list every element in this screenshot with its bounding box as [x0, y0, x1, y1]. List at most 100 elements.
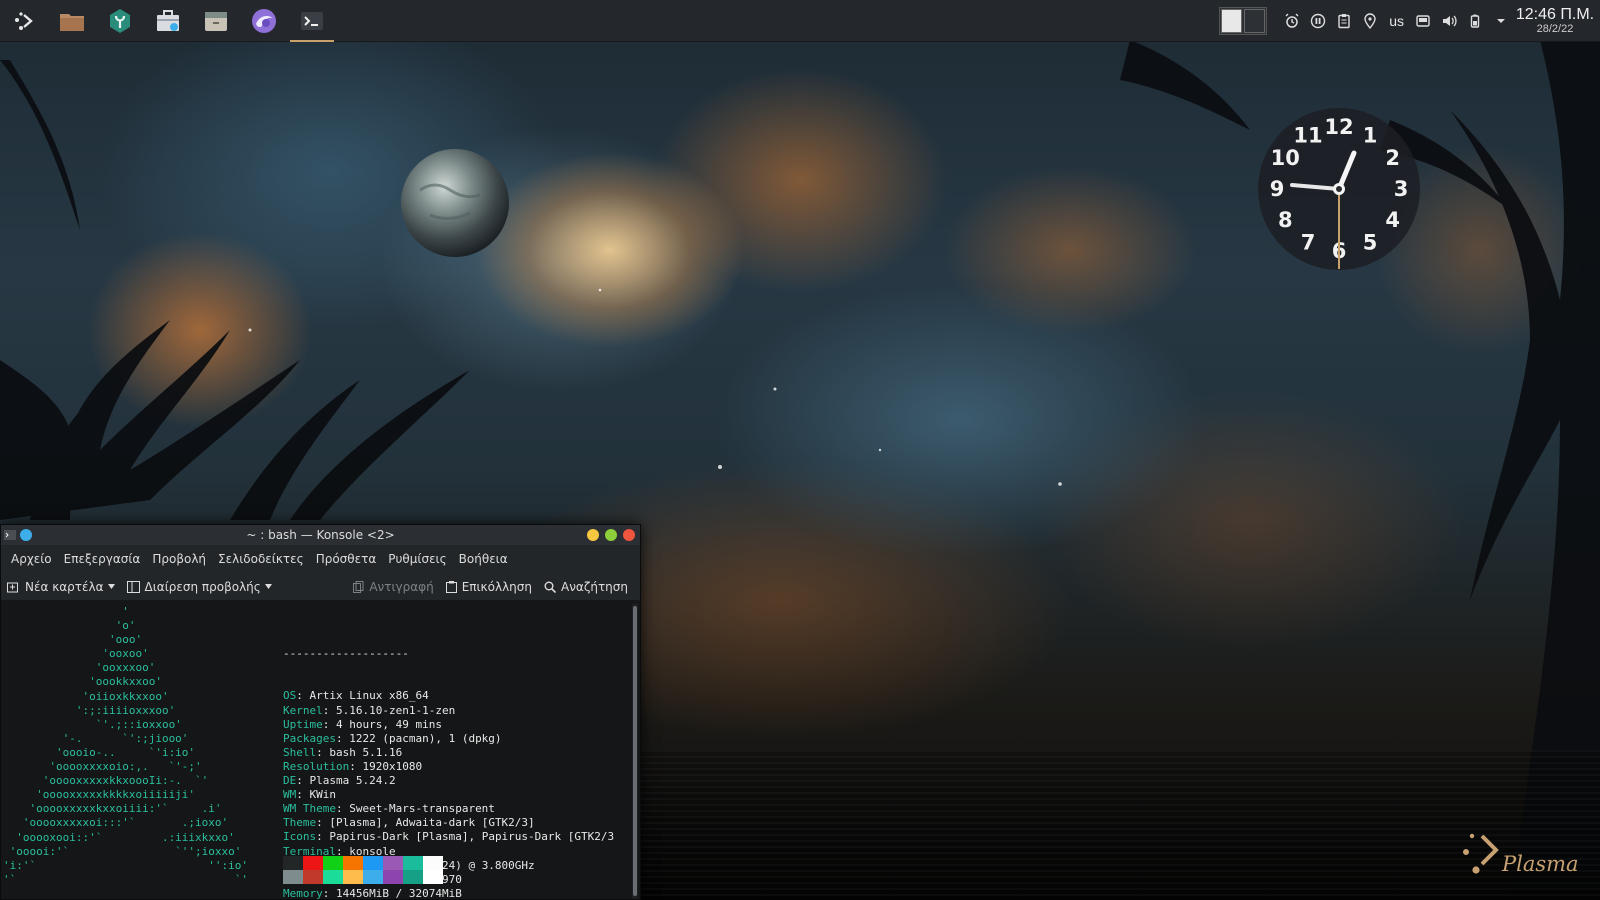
tray-location[interactable]: [1357, 0, 1383, 42]
search-button[interactable]: Αναζήτηση: [538, 580, 634, 594]
menu-settings[interactable]: Ρυθμίσεις: [382, 552, 452, 566]
menu-view[interactable]: Προβολή: [146, 552, 212, 566]
terminal-scrollbar[interactable]: [632, 604, 638, 899]
menu-bookmarks[interactable]: Σελιδοδείκτες: [212, 552, 310, 566]
clock-numeral: 3: [1394, 177, 1409, 201]
maximize-button[interactable]: [605, 529, 617, 541]
logo-line: '` `': [3, 872, 249, 886]
tray-media-player[interactable]: [1305, 0, 1331, 42]
split-view-icon: [126, 580, 140, 593]
info-label: Kernel: [283, 703, 323, 717]
pager-desktop-2[interactable]: [1244, 9, 1266, 33]
info-value: 1222 (pacman), 1 (dpkg): [349, 731, 502, 745]
analog-clock-widget[interactable]: 121234567891011: [1256, 106, 1422, 272]
new-tab-button[interactable]: Νέα καρτέλα: [1, 580, 121, 594]
window-titlebar[interactable]: ~ : bash — Konsole <2>: [1, 525, 640, 545]
palette-swatch: [303, 870, 323, 884]
discover-launcher[interactable]: [96, 0, 144, 42]
tray-battery[interactable]: [1462, 0, 1488, 42]
new-tab-label: Νέα καρτέλα: [25, 579, 104, 594]
scrollbar-thumb[interactable]: [633, 606, 637, 896]
info-colon: :: [335, 802, 350, 816]
clock-numeral: 1: [1363, 123, 1378, 147]
virtual-desktop-pager[interactable]: [1219, 7, 1268, 35]
terminal-area[interactable]: ' 'o' 'ooo' 'ooxoo' 'ooxxxoo' 'oookkxxoo…: [1, 602, 630, 900]
clipboard-icon: [1338, 14, 1350, 29]
keyboard-layout-indicator[interactable]: us: [1383, 13, 1410, 29]
file-manager-launcher[interactable]: [48, 0, 96, 42]
clock-numeral: 11: [1293, 123, 1322, 147]
clock-numeral: 8: [1278, 208, 1293, 232]
info-label: WM: [283, 788, 297, 802]
info-colon: :: [316, 830, 330, 844]
tray-expand[interactable]: [1488, 0, 1514, 42]
info-colon: :: [296, 788, 310, 802]
clock-time: 12:46 Π.Μ.: [1515, 5, 1595, 23]
palette-swatch: [343, 870, 363, 884]
neofetch-ascii-logo: ' 'o' 'ooo' 'ooxoo' 'ooxxxoo' 'oookkxxoo…: [3, 605, 248, 887]
tray-volume[interactable]: [1436, 0, 1462, 42]
palette-swatch: [383, 870, 403, 884]
search-icon: [544, 581, 556, 593]
info-colon: :: [349, 759, 363, 773]
logo-line: 'oiioxkkxxoo': [3, 689, 169, 703]
split-view-label: Διαίρεση προβολής: [144, 579, 261, 594]
menu-plugins[interactable]: Πρόσθετα: [310, 552, 383, 566]
logo-line: ': [3, 605, 129, 618]
info-label: Resolution: [283, 759, 350, 773]
info-colon: :: [322, 717, 336, 731]
info-label: DE: [283, 774, 297, 788]
clock-numeral: 5: [1363, 231, 1378, 255]
copy-label: Αντιγραφή: [369, 580, 434, 594]
menu-help[interactable]: Βοήθεια: [453, 552, 514, 566]
files-launcher[interactable]: [192, 0, 240, 42]
paste-button[interactable]: Επικόλληση: [440, 580, 538, 594]
info-value: Sweet-Mars-transparent: [349, 802, 495, 816]
logo-line: '-. `':;jiooo': [3, 731, 189, 745]
toolbar-right-group: Αντιγραφή Επικόλληση Αναζήτηση: [347, 573, 634, 601]
browser-launcher[interactable]: [240, 0, 288, 42]
minimize-button[interactable]: [587, 529, 599, 541]
info-label: WM Theme: [283, 802, 336, 816]
info-label: OS: [283, 689, 297, 703]
info-value: KWin: [309, 788, 337, 802]
close-button[interactable]: [623, 529, 635, 541]
tray-notifications[interactable]: [1279, 0, 1305, 42]
info-row: Shell: bash 5.1.16: [283, 746, 614, 760]
pager-desktop-1[interactable]: [1221, 9, 1243, 33]
palette-row-bright: [283, 870, 443, 884]
info-colon: :: [322, 886, 336, 900]
toolbar: Νέα καρτέλα Διαίρεση προβολής Αντιγραφή …: [1, 573, 640, 601]
store-launcher[interactable]: [144, 0, 192, 42]
menu-file[interactable]: Αρχείο: [5, 552, 58, 566]
clock-numeral: 12: [1324, 115, 1353, 139]
tray-drive[interactable]: [1410, 0, 1436, 42]
logo-line: `'.;::ioxxoo': [3, 717, 182, 731]
chevron-down-icon: [264, 584, 272, 589]
info-label: Shell: [283, 745, 317, 759]
app-launcher-button[interactable]: [0, 0, 48, 42]
chevron-down-icon: [107, 584, 115, 589]
chevron-down-icon: [1497, 19, 1505, 23]
palette-swatch: [323, 856, 343, 870]
info-row: Packages: 1222 (pacman), 1 (dpkg): [283, 732, 614, 746]
digital-clock[interactable]: 12:46 Π.Μ. 28/2/22: [1514, 5, 1600, 35]
clock-numeral: 7: [1301, 231, 1316, 255]
konsole-window[interactable]: ~ : bash — Konsole <2> Αρχείο Επεξεργασί…: [0, 524, 641, 900]
browser-icon: [252, 8, 276, 33]
konsole-task[interactable]: [288, 0, 336, 42]
tray-clipboard[interactable]: [1331, 0, 1357, 42]
palette-swatch: [303, 856, 323, 870]
menu-edit[interactable]: Επεξεργασία: [58, 552, 147, 566]
palette-swatch: [363, 856, 383, 870]
kde-launcher-icon: [15, 11, 33, 30]
copy-icon: [353, 581, 364, 593]
copy-button[interactable]: Αντιγραφή: [347, 580, 439, 594]
drawer-icon: [205, 11, 227, 31]
info-row: OS: Artix Linux x86_64: [283, 689, 614, 703]
split-view-button[interactable]: Διαίρεση προβολής: [121, 580, 278, 594]
info-label: Uptime: [283, 717, 323, 731]
paste-icon: [445, 581, 457, 593]
info-row: Icons: Papirus-Dark [Plasma], Papirus-Da…: [283, 830, 614, 844]
info-row: Memory: 14456MiB / 32074MiB: [283, 886, 614, 900]
